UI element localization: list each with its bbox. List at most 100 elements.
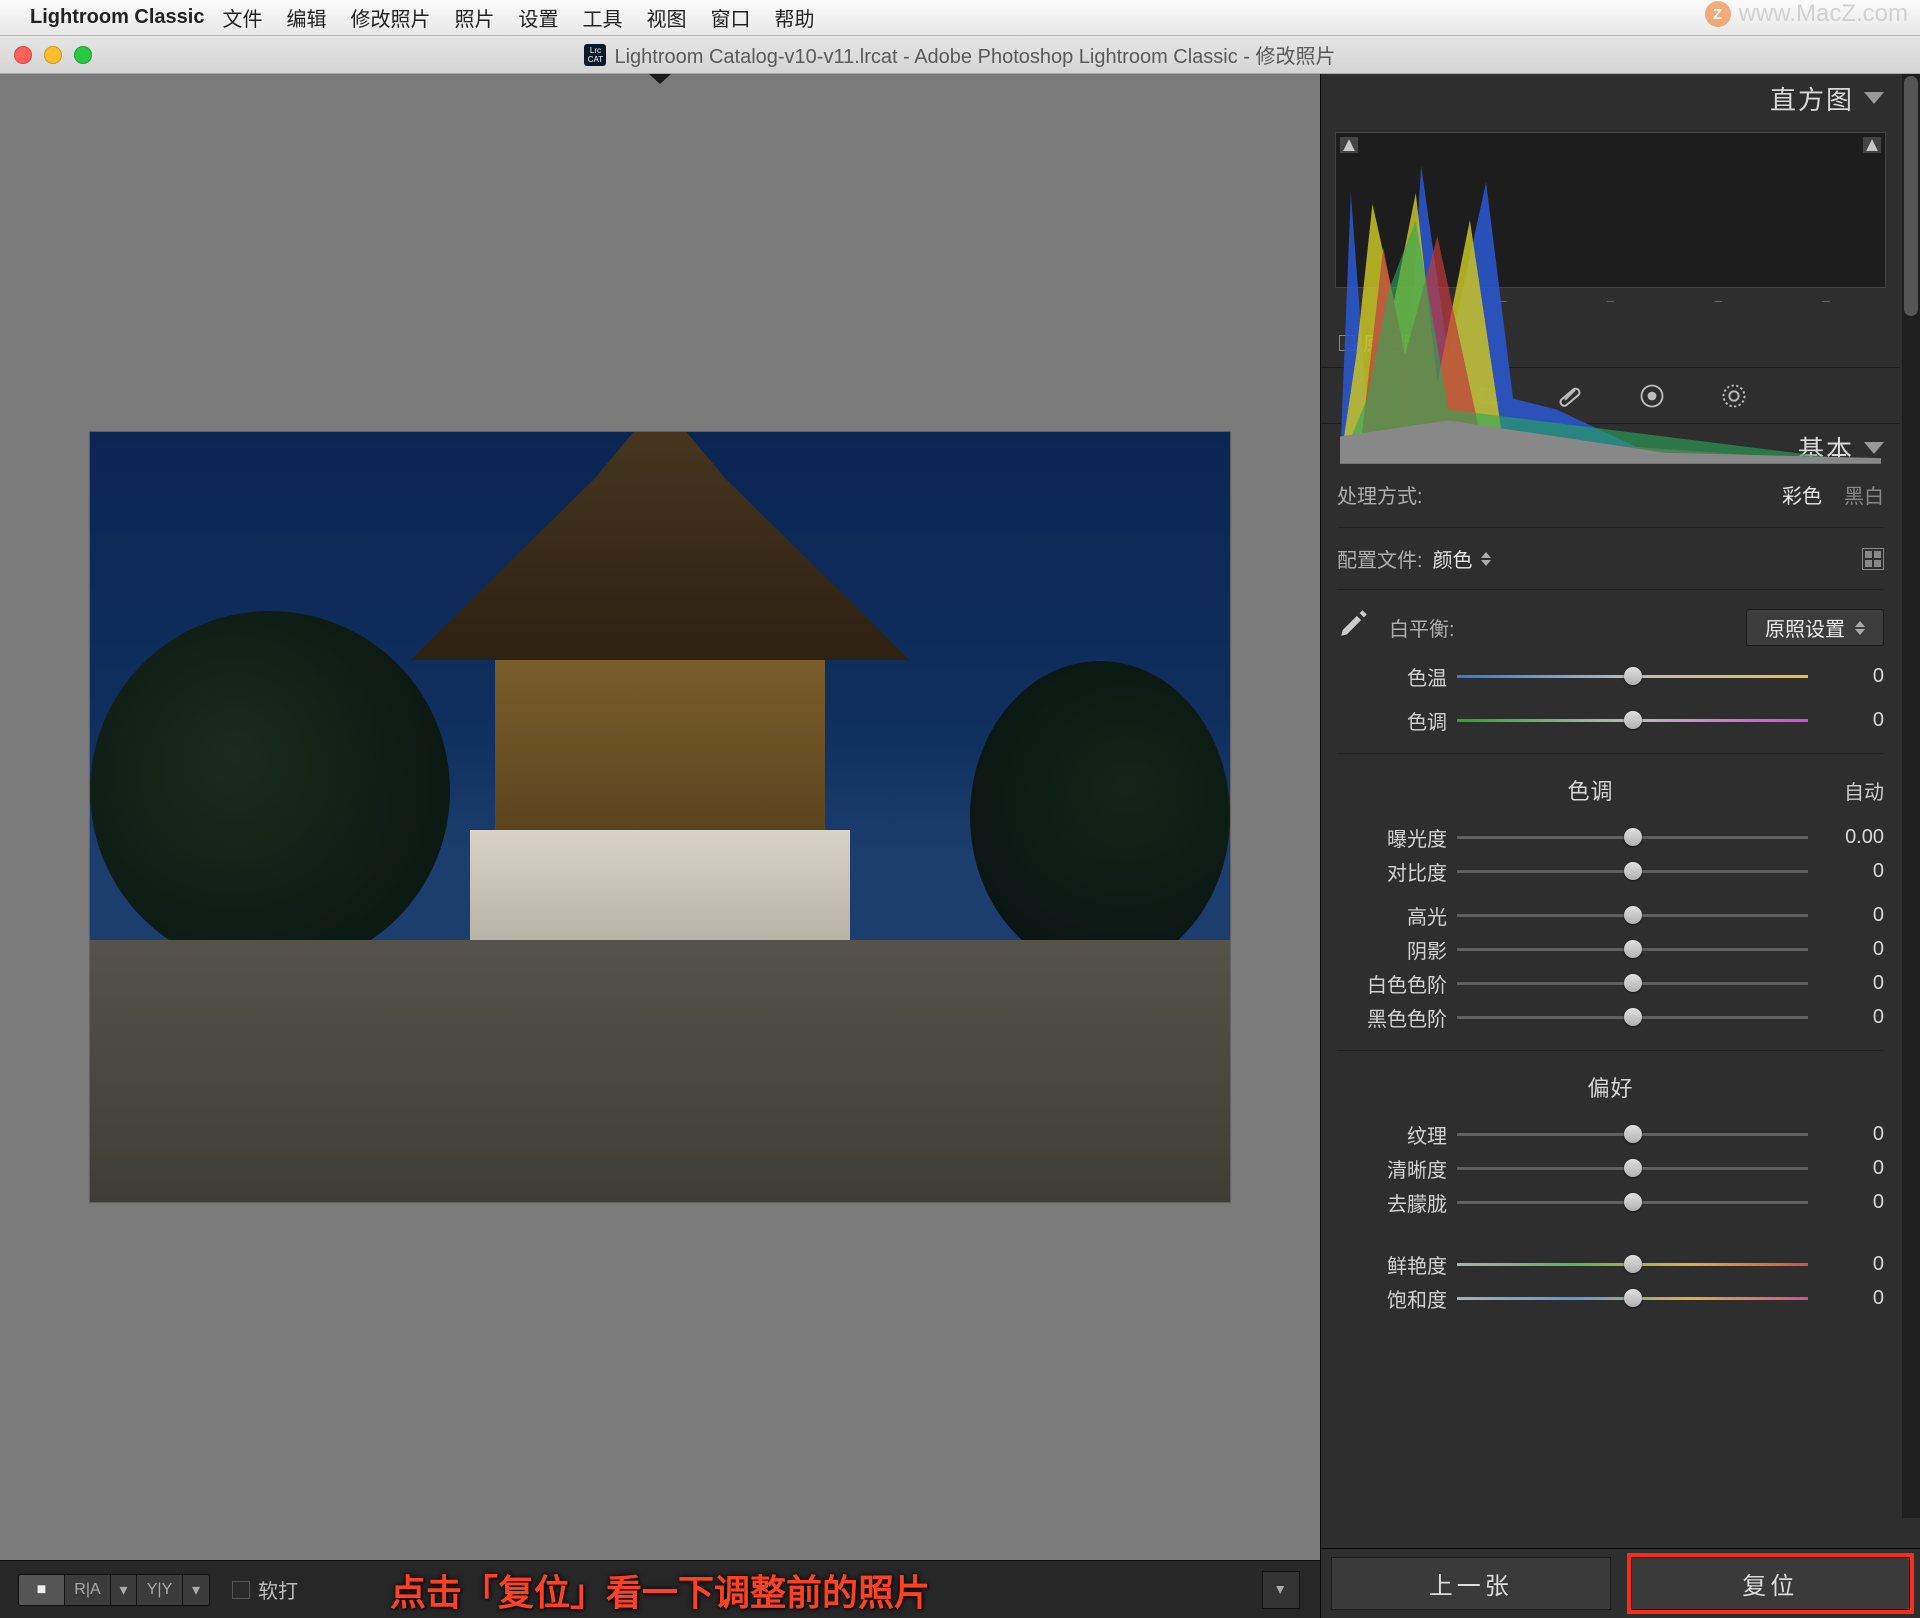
- histogram-graph: [1340, 139, 1881, 464]
- slider-value[interactable]: 0: [1818, 665, 1884, 688]
- slider-value[interactable]: 0: [1818, 1253, 1884, 1276]
- eyedropper-tool-icon[interactable]: [1337, 606, 1371, 649]
- slider-去朦胧[interactable]: 去朦胧 0: [1337, 1185, 1884, 1219]
- presence-section-header: 偏好: [1337, 1067, 1884, 1107]
- mac-menu-bar: Lightroom Classic 文件 编辑 修改照片 照片 设置 工具 视图…: [0, 0, 1920, 36]
- slider-value[interactable]: 0: [1818, 1123, 1884, 1146]
- slider-对比度[interactable]: 对比度 0: [1337, 854, 1884, 888]
- close-window-icon[interactable]: [14, 46, 32, 64]
- slider-曝光度[interactable]: 曝光度 0.00: [1337, 820, 1884, 854]
- wb-value: 原照设置: [1765, 613, 1845, 642]
- watermark: Z www.MacZ.com: [1705, 0, 1908, 28]
- view-before-after-ra[interactable]: R|A: [65, 1575, 111, 1605]
- menu-help[interactable]: 帮助: [774, 3, 814, 32]
- view-yy-dropdown-icon[interactable]: ▾: [183, 1575, 209, 1605]
- slider-label: 去朦胧: [1337, 1188, 1447, 1217]
- menu-photo[interactable]: 照片: [454, 3, 494, 32]
- photo-preview[interactable]: [90, 432, 1230, 1202]
- view-before-after-yy[interactable]: Y|Y: [137, 1575, 183, 1605]
- canvas-view[interactable]: [0, 74, 1320, 1560]
- treatment-bw[interactable]: 黑白: [1844, 480, 1884, 509]
- slider-鲜艳度[interactable]: 鲜艳度 0: [1337, 1247, 1884, 1281]
- slider-高光[interactable]: 高光 0: [1337, 898, 1884, 932]
- wb-preset-popup[interactable]: 原照设置: [1746, 609, 1884, 646]
- auto-tone-button[interactable]: 自动: [1844, 776, 1884, 805]
- slider-label: 阴影: [1337, 935, 1447, 964]
- previous-button[interactable]: 上一张: [1331, 1557, 1611, 1610]
- slider-label: 清晰度: [1337, 1154, 1447, 1183]
- slider-tint[interactable]: 色调 0: [1337, 703, 1884, 737]
- menu-view[interactable]: 视图: [646, 3, 686, 32]
- slider-清晰度[interactable]: 清晰度 0: [1337, 1151, 1884, 1185]
- zoom-window-icon[interactable]: [74, 46, 92, 64]
- slider-阴影[interactable]: 阴影 0: [1337, 932, 1884, 966]
- treatment-label: 处理方式:: [1337, 480, 1423, 509]
- profile-popup[interactable]: 颜色: [1433, 544, 1491, 573]
- app-name[interactable]: Lightroom Classic: [30, 6, 204, 29]
- menu-develop[interactable]: 修改照片: [350, 3, 430, 32]
- view-loupe[interactable]: ■: [19, 1575, 65, 1605]
- slider-label: 饱和度: [1337, 1284, 1447, 1313]
- window-controls: [14, 46, 92, 64]
- catalog-file-icon: LrcCAT: [584, 44, 606, 66]
- slider-label: 曝光度: [1337, 823, 1447, 852]
- slider-value[interactable]: 0: [1818, 1006, 1884, 1029]
- presence-section-title: 偏好: [1587, 1071, 1633, 1103]
- watermark-text: www.MacZ.com: [1739, 0, 1908, 28]
- treatment-color[interactable]: 彩色: [1782, 480, 1822, 509]
- soft-proof-checkbox[interactable]: 软打: [232, 1575, 298, 1604]
- watermark-badge-icon: Z: [1705, 1, 1731, 27]
- slider-黑色色阶[interactable]: 黑色色阶 0: [1337, 1000, 1884, 1034]
- white-balance-row: 白平衡: 原照设置: [1337, 606, 1884, 649]
- histogram[interactable]: ▲ ▲: [1335, 132, 1886, 288]
- toolbar: ■ R|A ▾ Y|Y ▾ 软打 点击「复位」看一下调整前的照片 ▸: [0, 1560, 1320, 1618]
- slider-value[interactable]: 0: [1818, 938, 1884, 961]
- menu-settings[interactable]: 设置: [518, 3, 558, 32]
- tutorial-caption-overlay: 点击「复位」看一下调整前的照片: [390, 1564, 930, 1616]
- slider-value[interactable]: 0: [1818, 709, 1884, 732]
- dropdown-icon: [1855, 621, 1865, 635]
- panel-collapse-icon[interactable]: [1864, 92, 1884, 104]
- slider-value[interactable]: 0: [1818, 904, 1884, 927]
- histogram-title: 直方图: [1770, 80, 1854, 117]
- slider-label: 黑色色阶: [1337, 1003, 1447, 1032]
- treatment-row: 处理方式: 彩色 黑白: [1337, 478, 1884, 511]
- soft-proof-label: 软打: [258, 1575, 298, 1604]
- profile-value: 颜色: [1433, 544, 1473, 573]
- toolbar-options-icon[interactable]: ▸: [1262, 1571, 1300, 1609]
- slider-value[interactable]: 0: [1818, 860, 1884, 883]
- slider-label: 色温: [1337, 662, 1447, 691]
- menu-window[interactable]: 窗口: [710, 3, 750, 32]
- slider-label: 白色色阶: [1337, 969, 1447, 998]
- profile-browser-icon[interactable]: [1862, 548, 1884, 570]
- slider-label: 纹理: [1337, 1120, 1447, 1149]
- top-panel-toggle-icon[interactable]: [649, 74, 671, 84]
- window-title: Lightroom Catalog-v10-v11.lrcat - Adobe …: [614, 40, 1335, 69]
- checkbox-icon[interactable]: [232, 1581, 250, 1599]
- view-ra-dropdown-icon[interactable]: ▾: [111, 1575, 137, 1605]
- view-mode-segment: ■ R|A ▾ Y|Y ▾: [18, 1574, 210, 1606]
- histogram-panel-header[interactable]: 直方图: [1321, 74, 1900, 122]
- profile-label: 配置文件:: [1337, 544, 1423, 573]
- scrollbar-thumb[interactable]: [1904, 76, 1918, 316]
- slider-value[interactable]: 0: [1818, 1157, 1884, 1180]
- slider-白色色阶[interactable]: 白色色阶 0: [1337, 966, 1884, 1000]
- slider-value[interactable]: 0: [1818, 1191, 1884, 1214]
- slider-value[interactable]: 0.00: [1818, 826, 1884, 849]
- right-panel: 直方图 ▲ ▲ –––––: [1320, 74, 1920, 1618]
- menu-edit[interactable]: 编辑: [286, 3, 326, 32]
- minimize-window-icon[interactable]: [44, 46, 62, 64]
- slider-value[interactable]: 0: [1818, 972, 1884, 995]
- slider-纹理[interactable]: 纹理 0: [1337, 1117, 1884, 1151]
- menu-file[interactable]: 文件: [222, 3, 262, 32]
- slider-value[interactable]: 0: [1818, 1287, 1884, 1310]
- profile-row: 配置文件: 颜色: [1337, 544, 1884, 573]
- slider-temperature[interactable]: 色温 0: [1337, 659, 1884, 693]
- reset-button[interactable]: 复位: [1631, 1557, 1911, 1610]
- menu-tools[interactable]: 工具: [582, 3, 622, 32]
- window-titlebar: LrcCAT Lightroom Catalog-v10-v11.lrcat -…: [0, 36, 1920, 74]
- slider-饱和度[interactable]: 饱和度 0: [1337, 1281, 1884, 1315]
- right-footer: 上一张 复位: [1321, 1548, 1920, 1618]
- slider-label: 鲜艳度: [1337, 1250, 1447, 1279]
- right-panel-scrollbar[interactable]: [1902, 74, 1920, 1518]
